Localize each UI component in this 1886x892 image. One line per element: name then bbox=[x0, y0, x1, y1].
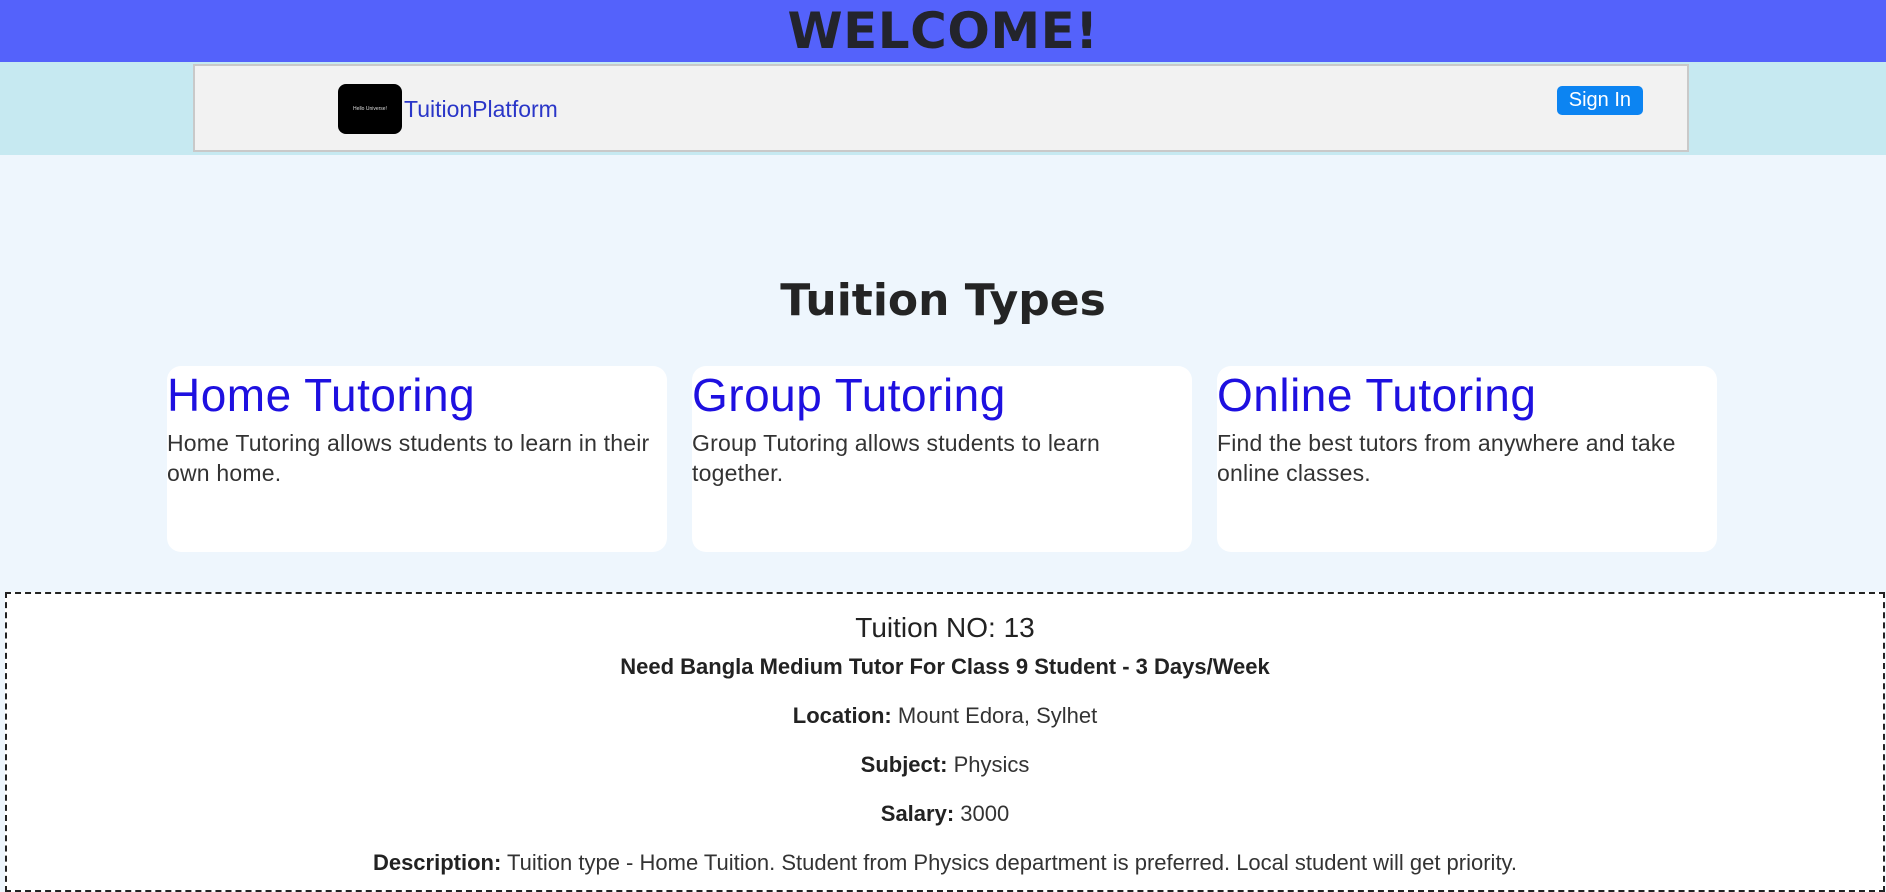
card-title[interactable]: Home Tutoring bbox=[167, 366, 667, 424]
navbar: Hello Universe! TuitionPlatform Sign In bbox=[193, 64, 1689, 152]
description-value: Tuition type - Home Tuition. Student fro… bbox=[507, 850, 1518, 875]
salary-label: Salary: bbox=[880, 801, 955, 826]
tuition-listing: Tuition NO: 13 Need Bangla Medium Tutor … bbox=[5, 592, 1885, 892]
location-label: Location: bbox=[792, 703, 892, 728]
location-value: Mount Edora, Sylhet bbox=[897, 703, 1098, 728]
card-description: Group Tutoring allows students to learn … bbox=[692, 430, 1100, 486]
card-online-tutoring[interactable]: Online Tutoring Find the best tutors fro… bbox=[1217, 366, 1717, 552]
tuition-title: Need Bangla Medium Tutor For Class 9 Stu… bbox=[620, 654, 1270, 679]
tuition-types-title: Tuition Types bbox=[780, 275, 1106, 326]
card-title[interactable]: Group Tutoring bbox=[692, 366, 1192, 424]
nav-band: Hello Universe! TuitionPlatform Sign In bbox=[0, 62, 1886, 155]
logo-text: Hello Universe! bbox=[353, 106, 387, 112]
tuition-number: Tuition NO: 13 bbox=[855, 612, 1035, 643]
description-label: Description: bbox=[372, 850, 502, 875]
tuition-subject: Subject: Physics bbox=[7, 752, 1883, 778]
welcome-banner: WELCOME! bbox=[0, 0, 1886, 62]
tuition-salary: Salary: 3000 bbox=[7, 801, 1883, 827]
welcome-heading: WELCOME! bbox=[787, 2, 1099, 60]
logo: Hello Universe! bbox=[338, 84, 402, 134]
card-home-tutoring[interactable]: Home Tutoring Home Tutoring allows stude… bbox=[167, 366, 667, 552]
subject-label: Subject: bbox=[860, 752, 948, 777]
card-description: Home Tutoring allows students to learn i… bbox=[167, 430, 650, 486]
card-description: Find the best tutors from anywhere and t… bbox=[1217, 430, 1676, 486]
card-title[interactable]: Online Tutoring bbox=[1217, 366, 1717, 424]
subject-value: Physics bbox=[953, 752, 1030, 777]
salary-value: 3000 bbox=[960, 801, 1010, 826]
brand-link[interactable]: Hello Universe! TuitionPlatform bbox=[338, 84, 558, 134]
tuition-description: Description: Tuition type - Home Tuition… bbox=[7, 850, 1883, 876]
sign-in-button[interactable]: Sign In bbox=[1556, 86, 1643, 115]
card-group-tutoring[interactable]: Group Tutoring Group Tutoring allows stu… bbox=[692, 366, 1192, 552]
tuition-location: Location: Mount Edora, Sylhet bbox=[7, 703, 1883, 729]
tuition-type-cards: Home Tutoring Home Tutoring allows stude… bbox=[167, 366, 1717, 552]
brand-name: TuitionPlatform bbox=[404, 95, 558, 122]
